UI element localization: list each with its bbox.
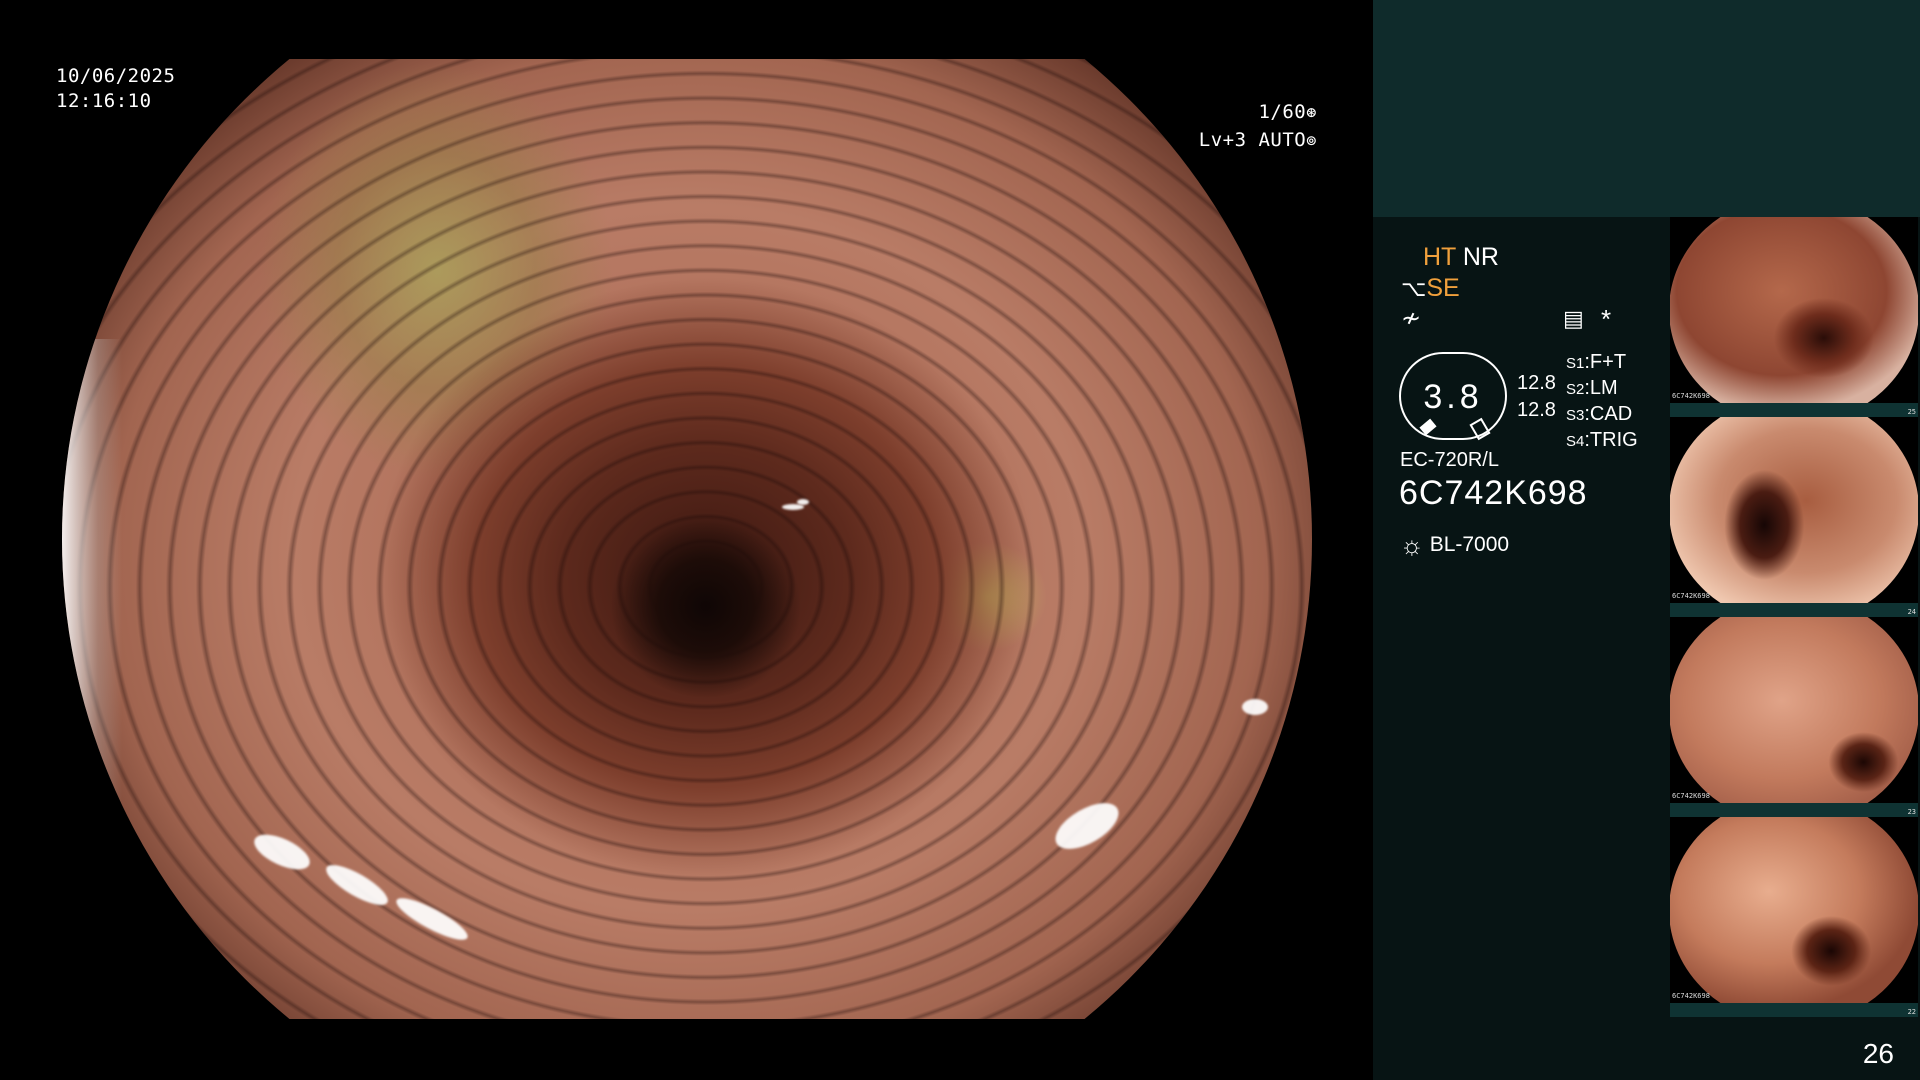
info-panel: HT NR ⌥SE ≁ ▤ * 3.8 12.8 12.8 S1:F+T S2:… — [1373, 0, 1920, 1080]
left-edge-glare — [62, 339, 122, 819]
scope-dial-value: 3.8 — [1423, 378, 1483, 416]
switch-s4: S4:TRIG — [1566, 429, 1638, 451]
dial-marker-left — [1419, 418, 1437, 436]
exam-time: 12:16:10 — [56, 90, 152, 112]
switch-settings: S1:F+T S2:LM S3:CAD S4:TRIG — [1566, 350, 1638, 454]
scope-model: EC-720R/L — [1400, 449, 1499, 471]
exam-date: 10/06/2025 — [56, 65, 176, 87]
mode-nr: NR — [1462, 243, 1499, 271]
asterisk-icon: * — [1601, 304, 1612, 334]
color-tone-icon: ≁ — [1401, 305, 1422, 332]
glare-spot — [321, 857, 393, 913]
mode-se: SE — [1426, 274, 1460, 302]
thumbnail-2[interactable]: 6C742K698 24 — [1670, 417, 1918, 617]
light-source-icon: ☼ — [1400, 530, 1424, 560]
iris-icon: ⊚ — [1306, 131, 1317, 151]
scope-dial: 3.8 — [1399, 352, 1507, 441]
shutter-speed: 1/60 — [1258, 101, 1307, 123]
endoscope-live-view: 10/06/2025 12:16:10 1/60⊛ Lv+3 AUTO⊚ — [0, 0, 1373, 1080]
glare-spot — [797, 499, 809, 505]
mode-ht: HT — [1423, 243, 1456, 271]
glare-spot — [391, 891, 473, 947]
mode-indicators: HT NR — [1423, 243, 1499, 272]
switch-s3: S3:CAD — [1566, 403, 1633, 425]
light-source-model: BL-7000 — [1429, 533, 1510, 556]
endoscopic-image — [62, 59, 1312, 1019]
switch-s2: S2:LM — [1566, 377, 1618, 399]
thumbnail-1[interactable]: 6C742K698 25 — [1670, 217, 1918, 417]
reading-2: 12.8 — [1517, 399, 1556, 421]
exposure-level: Lv+3 — [1198, 129, 1247, 151]
dial-marker-right — [1469, 417, 1491, 441]
switch-s1: S1:F+T — [1566, 351, 1627, 373]
scope-serial: 6C742K698 — [1399, 474, 1588, 512]
record-settings-icon: ▤ — [1563, 306, 1584, 331]
glare-spot — [1048, 793, 1126, 859]
exposure-indicator: Lv+3 AUTO⊚ — [1199, 128, 1317, 153]
structure-enhance-icon: ⌥ — [1401, 276, 1427, 301]
glare-spot — [1242, 699, 1268, 715]
exposure-mode: AUTO — [1258, 129, 1307, 151]
thumbnail-4[interactable]: 6C742K698 22 — [1670, 817, 1918, 1017]
image-counter: 26 — [1862, 1038, 1894, 1069]
shutter-icon: ⊛ — [1306, 103, 1317, 123]
thumbnail-3[interactable]: 6C742K698 23 — [1670, 617, 1918, 817]
panel-header-area — [1373, 0, 1920, 217]
structure-enhancement: ⌥SE — [1401, 274, 1460, 303]
light-source: ☼ BL-7000 — [1400, 530, 1509, 561]
shutter-indicator: 1/60⊛ — [1258, 100, 1317, 125]
reading-1: 12.8 — [1517, 372, 1556, 394]
glare-spot — [249, 827, 315, 877]
